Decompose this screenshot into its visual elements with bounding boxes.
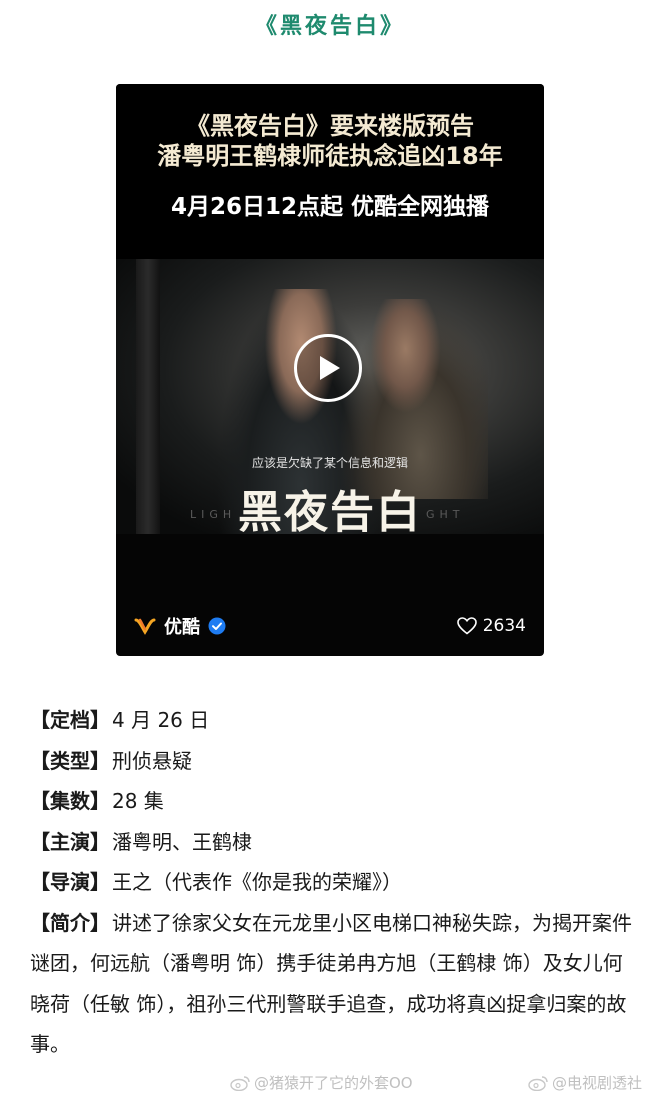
info-row-synopsis: 【简介】 讲述了徐家父女在元龙里小区电梯口神秘失踪，为揭开案件谜团，何远航（潘粤明…	[30, 903, 640, 1065]
like-button[interactable]: 2634	[456, 616, 526, 636]
youku-logo-icon	[134, 618, 156, 635]
play-button[interactable]	[294, 334, 362, 402]
schedule-label: 【定档】	[30, 708, 110, 732]
play-icon	[320, 356, 340, 380]
page-title: 《黑夜告白》	[254, 14, 405, 39]
video-card-footer: 优酷 2634	[116, 596, 544, 656]
synopsis-label: 【简介】	[30, 910, 110, 935]
weibo-icon	[528, 1075, 548, 1091]
show-info: 【定档】 4 月 26 日 【类型】 刑侦悬疑 【集数】 28 集 【主演】 潘粤明、王…	[30, 700, 640, 1065]
heart-icon	[456, 617, 477, 635]
cast-label: 【主演】	[30, 829, 110, 854]
promo-line-2: 潘粤明王鹤棣师徒执念追凶18年	[157, 142, 503, 170]
episodes-label: 【集数】	[30, 789, 110, 813]
watermarks: @猪猿开了它的外套OO @电视剧透社	[0, 1072, 660, 1098]
promo-banner: 《黑夜告白》要来楼版预告 潘粤明王鹤棣师徒执念追凶18年 4月26日12点起 优…	[116, 84, 544, 259]
watermark-left: @猪猿开了它的外套OO	[230, 1072, 413, 1093]
info-row-director: 【导演】 王之（代表作《你是我的荣耀》）	[30, 862, 640, 903]
video-card[interactable]: 《黑夜告白》要来楼版预告 潘粤明王鹤棣师徒执念追凶18年 4月26日12点起 优…	[116, 84, 544, 656]
info-row-genre: 【类型】 刑侦悬疑	[30, 741, 640, 782]
watermark-right: @电视剧透社	[528, 1072, 642, 1093]
genre-label: 【类型】	[30, 748, 110, 773]
episodes-value: 28 集	[112, 789, 164, 813]
info-row-schedule: 【定档】 4 月 26 日	[30, 700, 640, 741]
synopsis-value: 讲述了徐家父女在元龙里小区电梯口神秘失踪，为揭开案件谜团，何远航（潘粤明 饰）携…	[30, 910, 632, 1057]
genre-value: 刑侦悬疑	[112, 748, 192, 773]
director-value: 王之（代表作《你是我的荣耀》）	[112, 870, 402, 894]
like-count: 2634	[482, 616, 526, 636]
channel-name: 优酷	[164, 617, 200, 638]
verified-badge-icon	[208, 617, 226, 635]
channel-link[interactable]: 优酷	[134, 613, 226, 639]
video-subtitle: 应该是欠缺了某个信息和逻辑	[251, 456, 408, 470]
info-row-cast: 【主演】 潘粤明、王鹤棣	[30, 822, 640, 863]
schedule-value: 4 月 26 日	[112, 708, 210, 732]
watermark-right-text: @电视剧透社	[552, 1074, 643, 1092]
show-logo-art: 黑夜告白	[238, 487, 422, 538]
watermark-left-text: @猪猿开了它的外套OO	[254, 1074, 413, 1092]
weibo-icon	[230, 1075, 250, 1091]
cast-value: 潘粤明、王鹤棣	[112, 829, 252, 854]
promo-line-3: 4月26日12点起 优酷全网独播	[170, 194, 490, 220]
director-label: 【导演】	[30, 870, 110, 894]
info-row-episodes: 【集数】 28 集	[30, 781, 640, 822]
